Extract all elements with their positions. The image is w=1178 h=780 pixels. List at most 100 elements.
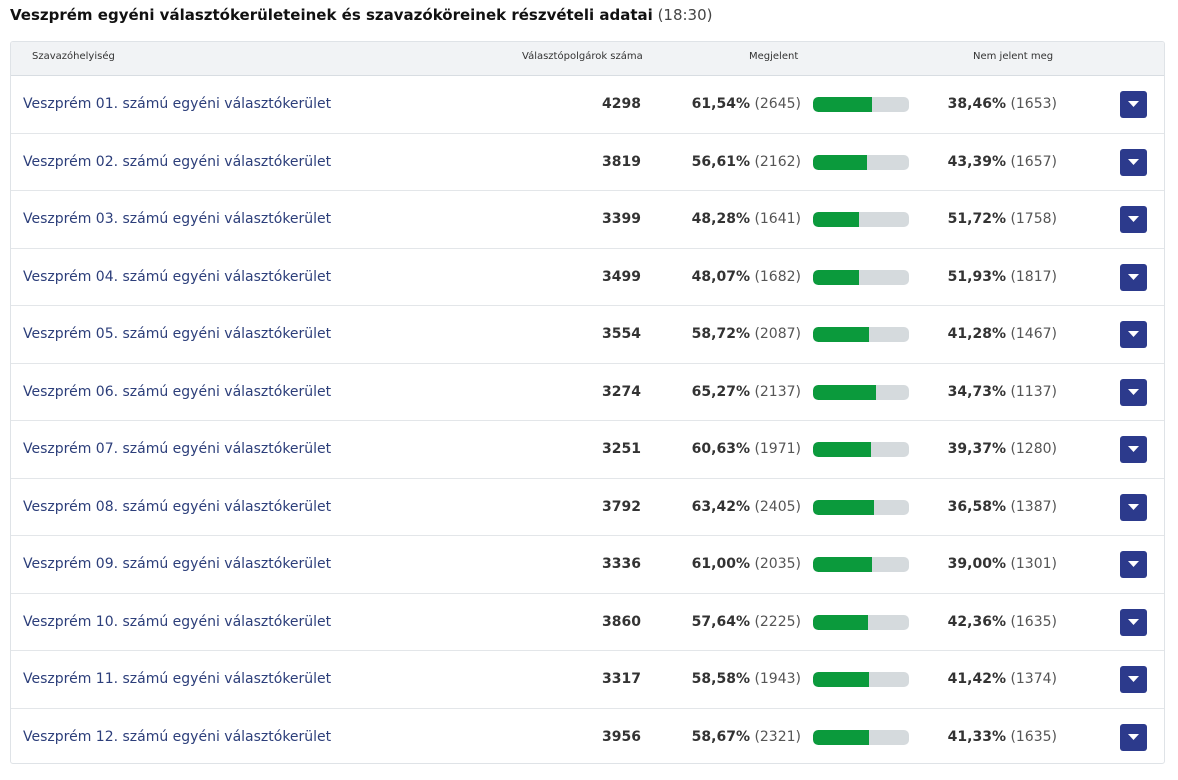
appeared-percent: 48,28% [691, 211, 750, 227]
appeared-count: (1971) [754, 441, 801, 457]
appeared-value: 65,27% (2137) [692, 384, 801, 400]
chevron-down-icon [1128, 561, 1139, 567]
table-row: Veszprém 09. számú egyéni választókerüle… [11, 536, 1164, 594]
absent-percent: 41,33% [947, 728, 1006, 745]
absent-count: (1653) [1010, 96, 1057, 112]
voters-count: 3399 [602, 211, 641, 227]
table-row: Veszprém 03. számú egyéni választókerüle… [11, 191, 1164, 249]
district-link[interactable]: Veszprém 06. számú egyéni választókerüle… [23, 384, 331, 400]
appeared-percent: 48,07% [691, 268, 750, 285]
absent-value: 39,00% (1301) [948, 556, 1057, 572]
page-title-time: (18:30) [657, 6, 713, 24]
appeared-count: (1682) [754, 268, 801, 285]
appeared-value: 48,28% (1641) [692, 211, 801, 227]
district-link[interactable]: Veszprém 04. számú egyéni választókerüle… [23, 269, 331, 285]
absent-count: (1387) [1010, 498, 1057, 515]
expand-button[interactable] [1120, 91, 1147, 118]
appeared-value: 58,67% (2321) [692, 729, 801, 745]
appeared-value: 61,54% (2645) [692, 96, 801, 112]
absent-percent: 36,58% [947, 498, 1006, 515]
header-appeared: Megjelent [749, 51, 799, 62]
turnout-bar [813, 442, 909, 457]
expand-button[interactable] [1120, 723, 1147, 751]
absent-percent: 42,36% [947, 613, 1006, 630]
expand-button[interactable] [1120, 666, 1147, 693]
district-link[interactable]: Veszprém 11. számú egyéni választókerüle… [23, 671, 331, 687]
table-row: Veszprém 06. számú egyéni választókerüle… [11, 364, 1164, 421]
appeared-count: (2321) [754, 728, 801, 745]
absent-count: (1817) [1010, 268, 1057, 285]
absent-percent: 51,72% [947, 211, 1006, 227]
turnout-bar-fill [813, 212, 860, 227]
turnout-bar [813, 154, 909, 170]
district-link[interactable]: Veszprém 01. számú egyéni választókerüle… [23, 96, 331, 112]
turnout-bar [813, 384, 909, 400]
district-link[interactable]: Veszprém 02. számú egyéni választókerüle… [23, 154, 331, 170]
turnout-bar [813, 212, 909, 227]
voters-count: 3860 [602, 613, 641, 630]
turnout-bar [813, 729, 909, 745]
turnout-bar-fill [813, 729, 870, 745]
absent-value: 42,36% (1635) [948, 614, 1057, 630]
appeared-count: (2035) [754, 556, 801, 572]
appeared-percent: 57,64% [691, 613, 750, 630]
expand-button[interactable] [1120, 551, 1147, 578]
appeared-percent: 58,67% [691, 728, 750, 745]
header-place: Szavazóhelyiség [32, 51, 115, 62]
expand-button[interactable] [1120, 263, 1147, 291]
expand-button[interactable] [1120, 378, 1147, 406]
turnout-bar [813, 327, 909, 342]
turnout-bar [813, 499, 909, 515]
expand-button[interactable] [1120, 436, 1147, 463]
district-link[interactable]: Veszprém 07. számú egyéni választókerüle… [23, 441, 331, 457]
absent-percent: 41,42% [947, 671, 1006, 687]
expand-button[interactable] [1120, 608, 1147, 636]
district-link[interactable]: Veszprém 03. számú egyéni választókerüle… [23, 211, 331, 227]
absent-percent: 43,39% [947, 153, 1006, 170]
expand-button[interactable] [1120, 493, 1147, 521]
district-link[interactable]: Veszprém 09. számú egyéni választókerüle… [23, 556, 331, 572]
district-link[interactable]: Veszprém 08. számú egyéni választókerüle… [23, 499, 331, 515]
absent-percent: 41,28% [947, 326, 1006, 342]
chevron-down-icon [1128, 618, 1139, 625]
expand-button[interactable] [1120, 206, 1147, 233]
turnout-bar [813, 97, 909, 112]
appeared-percent: 61,00% [691, 556, 750, 572]
chevron-down-icon [1128, 676, 1139, 682]
appeared-value: 56,61% (2162) [692, 154, 801, 170]
absent-value: 41,28% (1467) [948, 326, 1057, 342]
chevron-down-icon [1128, 273, 1139, 280]
appeared-value: 63,42% (2405) [692, 499, 801, 515]
table-row: Veszprém 07. számú egyéni választókerüle… [11, 421, 1164, 479]
voters-count: 3317 [602, 671, 641, 687]
absent-count: (1635) [1010, 728, 1057, 745]
district-link[interactable]: Veszprém 10. számú egyéni választókerüle… [23, 614, 331, 630]
appeared-percent: 58,72% [691, 326, 750, 342]
district-link[interactable]: Veszprém 05. számú egyéni választókerüle… [23, 326, 331, 342]
turnout-bar-fill [813, 672, 870, 687]
expand-button[interactable] [1120, 321, 1147, 348]
voters-count: 3956 [602, 728, 641, 745]
page-title-text: Veszprém egyéni választókerületeinek és … [10, 6, 653, 24]
header-absent: Nem jelent meg [973, 51, 1054, 62]
appeared-count: (1641) [754, 211, 801, 227]
absent-count: (1137) [1010, 383, 1057, 400]
table-body: Veszprém 01. számú egyéni választókerüle… [11, 76, 1164, 763]
district-link[interactable]: Veszprém 12. számú egyéni választókerüle… [23, 729, 331, 745]
absent-count: (1657) [1010, 153, 1057, 170]
voters-count: 3336 [602, 556, 641, 572]
absent-count: (1467) [1010, 326, 1057, 342]
appeared-value: 60,63% (1971) [692, 441, 801, 457]
table-row: Veszprém 08. számú egyéni választókerüle… [11, 479, 1164, 536]
turnout-bar-fill [813, 97, 873, 112]
absent-count: (1374) [1010, 671, 1057, 687]
turnout-bar [813, 269, 909, 285]
chevron-down-icon [1128, 101, 1139, 107]
absent-value: 41,42% (1374) [948, 671, 1057, 687]
appeared-value: 57,64% (2225) [692, 614, 801, 630]
table-header: Szavazóhelyiség Választópolgárok száma M… [11, 42, 1164, 76]
appeared-percent: 61,54% [691, 96, 750, 112]
absent-percent: 39,00% [947, 556, 1006, 572]
chevron-down-icon [1128, 158, 1139, 165]
expand-button[interactable] [1120, 148, 1147, 176]
